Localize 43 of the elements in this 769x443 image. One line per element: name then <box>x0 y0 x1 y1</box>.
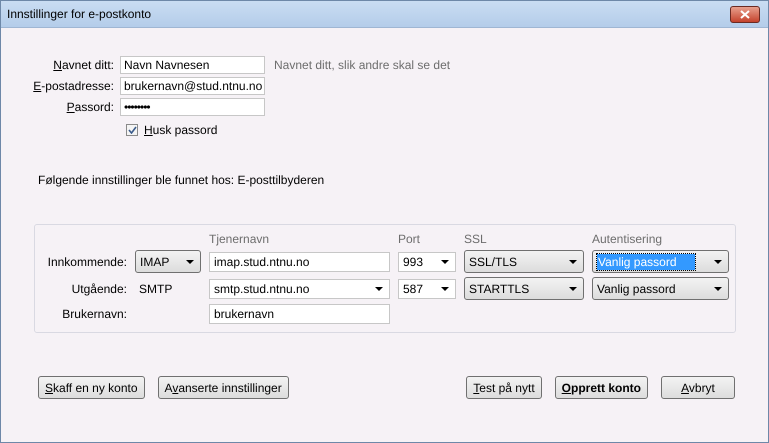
dropdown-arrow-icon <box>186 260 194 264</box>
dialog-button[interactable]: Avanserte innstillinger <box>158 376 289 399</box>
dropdown-arrow-icon <box>375 286 383 290</box>
checkbox-label[interactable]: Husk passord <box>144 123 218 137</box>
dialog-button[interactable]: Skaff en ny konto <box>38 376 145 399</box>
username-field[interactable]: brukernavn <box>209 304 390 324</box>
host-combo[interactable]: smtp.stud.ntnu.no <box>209 278 390 298</box>
field-hint: Navnet ditt, slik andre skal se det <box>273 58 450 72</box>
row-label: Utgående: <box>72 282 127 296</box>
port-combo[interactable]: 587 <box>398 278 456 298</box>
dropdown-arrow-icon <box>569 286 577 290</box>
ssl-select[interactable]: SSL/TLS <box>464 250 584 273</box>
dialog-button[interactable]: Opprett konto <box>554 376 648 399</box>
dropdown-arrow-icon <box>441 260 449 264</box>
auth-select[interactable]: Vanlig passord <box>592 277 729 300</box>
ssl-select[interactable]: STARTTLS <box>464 277 584 300</box>
dropdown-arrow-icon <box>569 260 577 264</box>
field-label: Passord: <box>66 100 114 114</box>
protocol-label: SMTP <box>138 282 174 296</box>
window-title: Innstillinger for e-postkonto <box>7 7 152 21</box>
input-field[interactable]: Navn Navnesen <box>120 56 265 74</box>
close-icon <box>740 10 750 18</box>
password-field[interactable]: •••••••• <box>120 98 265 116</box>
row-label: Innkommende: <box>48 254 127 268</box>
row-label: Brukernavn: <box>62 307 127 321</box>
dropdown-arrow-icon <box>714 286 722 290</box>
column-header: Port <box>398 232 422 246</box>
column-header: Tjenernavn <box>209 232 270 246</box>
dialog-button[interactable]: Test på nytt <box>466 376 542 399</box>
notice-text: Følgende innstillinger ble funnet hos: E-posttilbyderen <box>38 173 326 187</box>
checkbox[interactable] <box>126 124 138 136</box>
column-header: SSL <box>464 232 488 246</box>
protocol-select[interactable]: IMAP <box>135 250 201 273</box>
field-label: Navnet ditt: <box>53 58 114 72</box>
column-header: Autentisering <box>592 232 664 246</box>
dialog-button[interactable]: Avbryt <box>661 376 735 399</box>
host-field[interactable]: imap.stud.ntnu.no <box>209 252 390 272</box>
port-combo[interactable]: 993 <box>398 252 456 272</box>
dropdown-arrow-icon <box>441 286 449 290</box>
input-field[interactable]: brukernavn@stud.ntnu.no <box>120 77 265 95</box>
dropdown-arrow-icon <box>714 260 722 264</box>
close-button[interactable] <box>730 6 760 22</box>
field-label: E-postadresse: <box>33 79 114 93</box>
